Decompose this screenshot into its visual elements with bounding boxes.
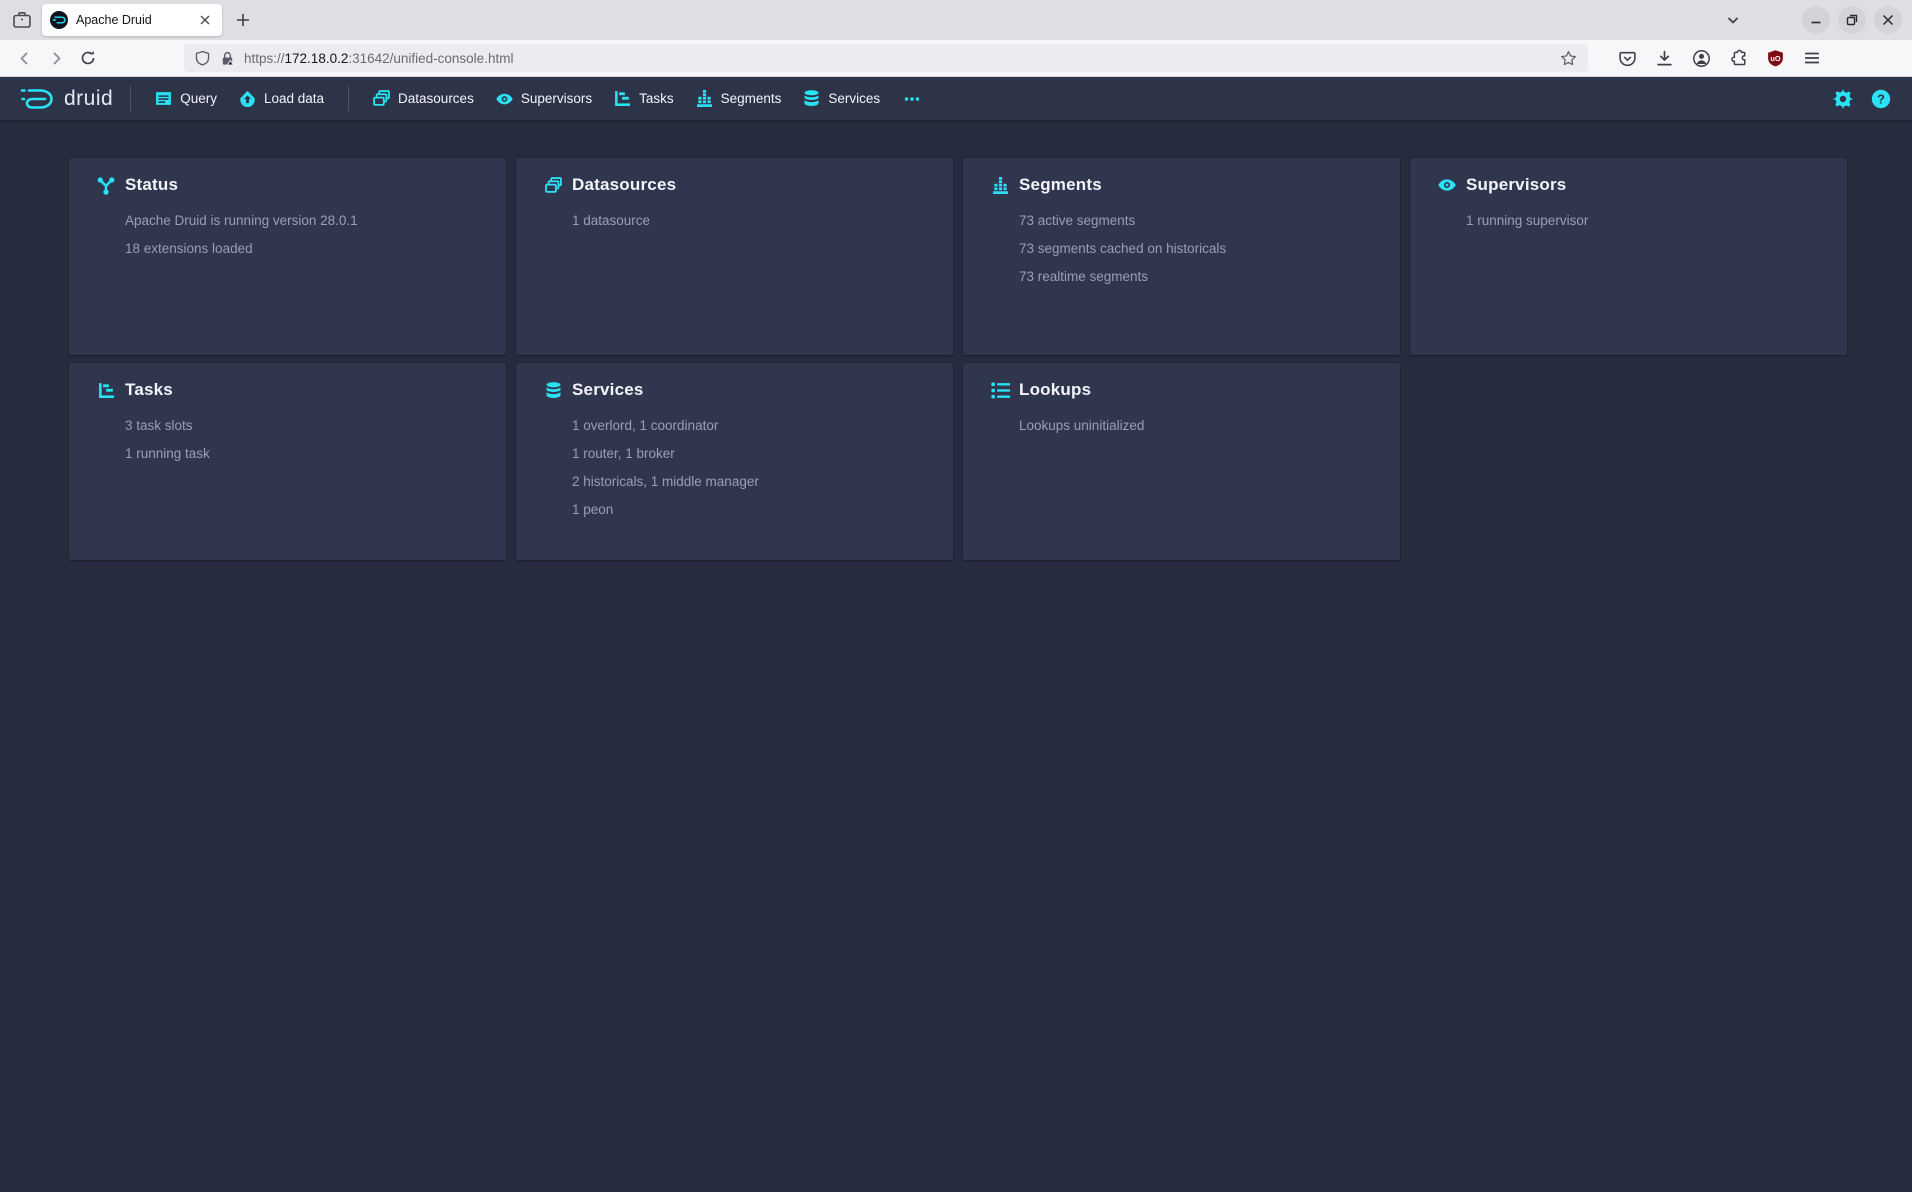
nav-item-load-data[interactable]: Load data <box>228 77 335 120</box>
card-title: Services <box>572 380 644 400</box>
nav-item-query[interactable]: Query <box>144 77 228 120</box>
tracking-shield-icon[interactable] <box>194 50 211 67</box>
card-status-line: 18 extensions loaded <box>125 235 488 263</box>
services-icon <box>803 90 820 107</box>
card-services[interactable]: Services 1 overlord, 1 coordinator1 rout… <box>516 363 953 560</box>
nav-item-tasks[interactable]: Tasks <box>603 77 685 120</box>
card-status-line: 1 datasource <box>572 207 935 235</box>
account-icon[interactable] <box>1690 47 1712 69</box>
toolbox-icon[interactable] <box>10 8 34 32</box>
pocket-save-icon[interactable] <box>1616 47 1638 69</box>
brand-wordmark: druid <box>64 87 113 111</box>
url-text: https://172.18.0.2:31642/unified-console… <box>244 51 513 66</box>
bookmark-star-icon[interactable] <box>1558 48 1578 68</box>
card-title: Lookups <box>1019 380 1091 400</box>
card-title: Segments <box>1019 175 1102 195</box>
home-view: Status Apache Druid is running version 2… <box>0 120 1912 560</box>
svg-text:?: ? <box>1877 91 1885 106</box>
nav-item-datasources[interactable]: Datasources <box>362 77 485 120</box>
load-data-icon <box>239 90 256 107</box>
card-status-line: 1 router, 1 broker <box>572 440 935 468</box>
browser-tab-apache-druid[interactable]: Apache Druid <box>42 4 222 36</box>
svg-text:uO: uO <box>1770 54 1781 63</box>
browser-url-toolbar: https://172.18.0.2:31642/unified-console… <box>0 40 1912 77</box>
druid-favicon <box>50 11 68 29</box>
window-restore-button[interactable] <box>1838 6 1866 34</box>
tab-close-icon[interactable] <box>196 11 214 29</box>
ublock-origin-icon[interactable]: uO <box>1764 47 1786 69</box>
lock-warning-icon[interactable] <box>219 50 236 67</box>
tasks-icon <box>614 90 631 107</box>
window-close-button[interactable] <box>1874 6 1902 34</box>
reload-icon[interactable] <box>74 44 102 72</box>
forward-icon[interactable] <box>42 44 70 72</box>
card-status[interactable]: Status Apache Druid is running version 2… <box>69 158 506 355</box>
card-status-line: 73 active segments <box>1019 207 1382 235</box>
card-status-line: 73 segments cached on historicals <box>1019 235 1382 263</box>
druid-navbar: druid Query Load data Datasources Superv… <box>0 77 1912 120</box>
card-title: Datasources <box>572 175 676 195</box>
back-icon[interactable] <box>10 44 38 72</box>
status-cards-grid: Status Apache Druid is running version 2… <box>69 158 1912 560</box>
tab-title: Apache Druid <box>76 13 188 27</box>
card-title: Tasks <box>125 380 173 400</box>
segments-icon <box>696 90 713 107</box>
downloads-icon[interactable] <box>1653 47 1675 69</box>
extensions-puzzle-icon[interactable] <box>1727 47 1749 69</box>
nav-divider <box>348 86 349 111</box>
nav-item-supervisors[interactable]: Supervisors <box>485 77 603 120</box>
services-icon <box>543 380 563 400</box>
card-tasks[interactable]: Tasks 3 task slots1 running task <box>69 363 506 560</box>
segments-icon <box>990 175 1010 195</box>
card-datasources[interactable]: Datasources 1 datasource <box>516 158 953 355</box>
card-lookups[interactable]: Lookups Lookups uninitialized <box>963 363 1400 560</box>
druid-swirl-icon <box>19 86 55 112</box>
settings-gear-icon[interactable] <box>1832 88 1853 109</box>
query-icon <box>155 90 172 107</box>
card-supervisors[interactable]: Supervisors 1 running supervisor <box>1410 158 1847 355</box>
window-minimize-button[interactable] <box>1802 6 1830 34</box>
tasks-icon <box>96 380 116 400</box>
nav-item-segments[interactable]: Segments <box>685 77 793 120</box>
help-icon[interactable]: ? <box>1870 88 1891 109</box>
more-ellipsis-icon[interactable] <box>891 77 933 120</box>
supervisors-icon <box>1437 175 1457 195</box>
card-status-line: Lookups uninitialized <box>1019 412 1382 440</box>
lookups-icon <box>990 380 1010 400</box>
nav-divider <box>130 86 131 111</box>
card-status-line: Apache Druid is running version 28.0.1 <box>125 207 488 235</box>
card-status-line: 1 peon <box>572 496 935 524</box>
druid-logo[interactable]: druid <box>15 86 117 112</box>
nav-item-services[interactable]: Services <box>792 77 891 120</box>
new-tab-button[interactable] <box>230 7 256 33</box>
card-status-line: 1 overlord, 1 coordinator <box>572 412 935 440</box>
datasources-icon <box>543 175 563 195</box>
card-status-line: 1 running supervisor <box>1466 207 1829 235</box>
datasources-icon <box>373 90 390 107</box>
tab-list-chevron-icon[interactable] <box>1720 7 1746 33</box>
card-status-line: 3 task slots <box>125 412 488 440</box>
status-graph-icon <box>96 175 116 195</box>
card-status-line: 2 historicals, 1 middle manager <box>572 468 935 496</box>
card-title: Status <box>125 175 178 195</box>
card-segments[interactable]: Segments 73 active segments73 segments c… <box>963 158 1400 355</box>
url-bar[interactable]: https://172.18.0.2:31642/unified-console… <box>184 44 1588 72</box>
browser-tab-strip: Apache Druid <box>0 0 1912 40</box>
card-title: Supervisors <box>1466 175 1566 195</box>
supervisors-icon <box>496 90 513 107</box>
card-status-line: 1 running task <box>125 440 488 468</box>
menu-hamburger-icon[interactable] <box>1801 47 1823 69</box>
card-status-line: 73 realtime segments <box>1019 263 1382 291</box>
